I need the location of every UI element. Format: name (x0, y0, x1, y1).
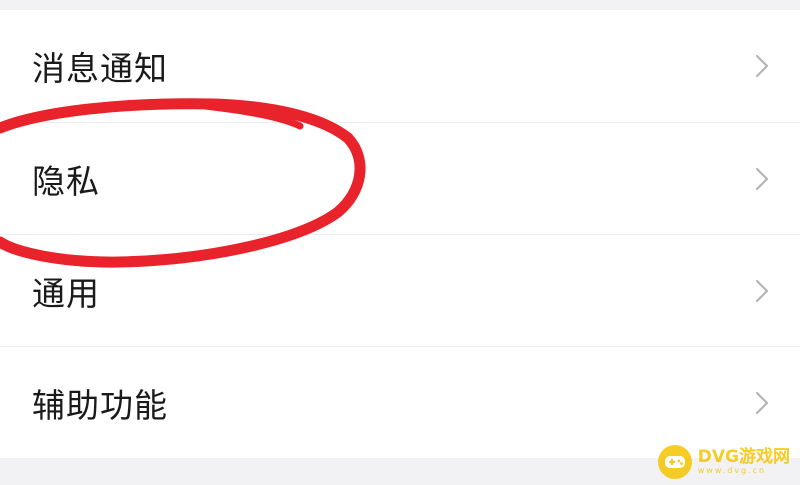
top-spacer (0, 0, 800, 10)
watermark-title: DVG游戏网 (697, 447, 790, 467)
gamepad-icon (657, 445, 692, 479)
settings-item-label: 消息通知 (32, 49, 168, 88)
watermark-subtitle: www.dvg.cn (697, 466, 767, 475)
settings-item-privacy[interactable]: 隐私 (0, 122, 800, 234)
settings-item-notifications[interactable]: 消息通知 (0, 10, 800, 122)
settings-item-label: 辅助功能 (32, 385, 168, 425)
watermark: DVG游戏网 www.dvg.cn (657, 445, 790, 479)
settings-list: 消息通知 隐私 通用 辅助功能 (0, 10, 800, 458)
settings-item-accessibility[interactable]: 辅助功能 (0, 346, 800, 458)
settings-item-label: 通用 (32, 273, 100, 313)
chevron-right-icon (754, 166, 770, 192)
settings-screen: 消息通知 隐私 通用 辅助功能 DVG游戏网 www.dvg.cn (0, 0, 800, 485)
chevron-right-icon (754, 278, 770, 304)
chevron-right-icon (754, 390, 770, 416)
settings-item-general[interactable]: 通用 (0, 234, 800, 346)
settings-item-label: 隐私 (32, 161, 100, 201)
chevron-right-icon (754, 53, 770, 79)
